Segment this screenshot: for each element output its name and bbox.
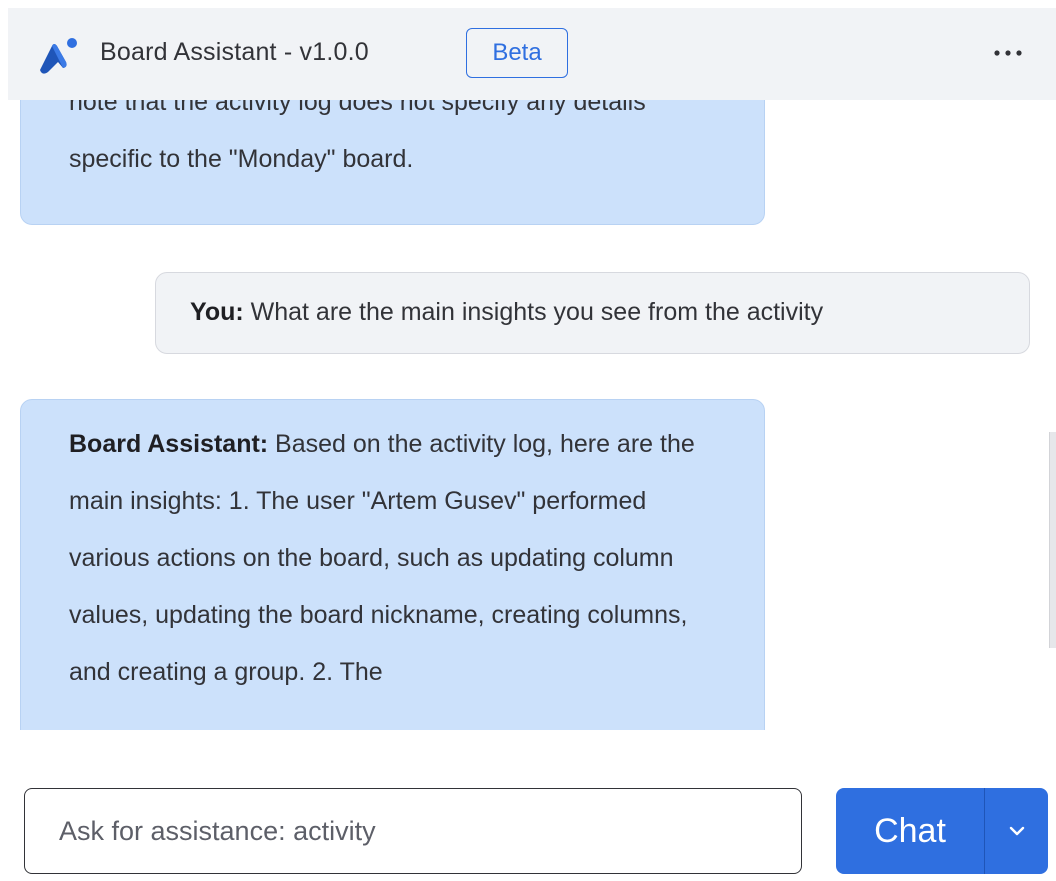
message-speaker: You: bbox=[190, 298, 244, 326]
ask-input[interactable] bbox=[24, 788, 802, 874]
message-speaker: Board Assistant: bbox=[69, 430, 269, 458]
scrollbar-thumb[interactable] bbox=[1049, 432, 1056, 648]
chat-dropdown-button[interactable] bbox=[985, 788, 1048, 874]
header-bar: Board Assistant - v1.0.0 Beta bbox=[8, 8, 1056, 100]
message-text: note that the activity log does not spec… bbox=[69, 100, 646, 173]
message-text: Based on the activity log, here are the … bbox=[69, 430, 695, 686]
more-options-button[interactable] bbox=[988, 36, 1028, 70]
assistant-message: Board Assistant: Based on the activity l… bbox=[20, 399, 765, 730]
board-assistant-logo-icon bbox=[36, 36, 78, 76]
more-dots-icon bbox=[994, 50, 1022, 56]
assistant-message: note that the activity log does not spec… bbox=[20, 100, 765, 225]
message-text: What are the main insights you see from … bbox=[243, 298, 824, 326]
chat-button[interactable]: Chat bbox=[836, 788, 984, 874]
app-title: Board Assistant - v1.0.0 bbox=[100, 38, 369, 66]
input-bar: Chat bbox=[0, 730, 1056, 881]
chevron-down-icon bbox=[1009, 826, 1024, 836]
user-message: You: What are the main insights you see … bbox=[155, 272, 1030, 354]
conversation-area[interactable]: note that the activity log does not spec… bbox=[0, 100, 1056, 730]
chat-button-group: Chat bbox=[836, 788, 1048, 874]
beta-badge: Beta bbox=[466, 28, 568, 78]
board-assistant-app: Board Assistant - v1.0.0 Beta note that … bbox=[0, 0, 1056, 881]
